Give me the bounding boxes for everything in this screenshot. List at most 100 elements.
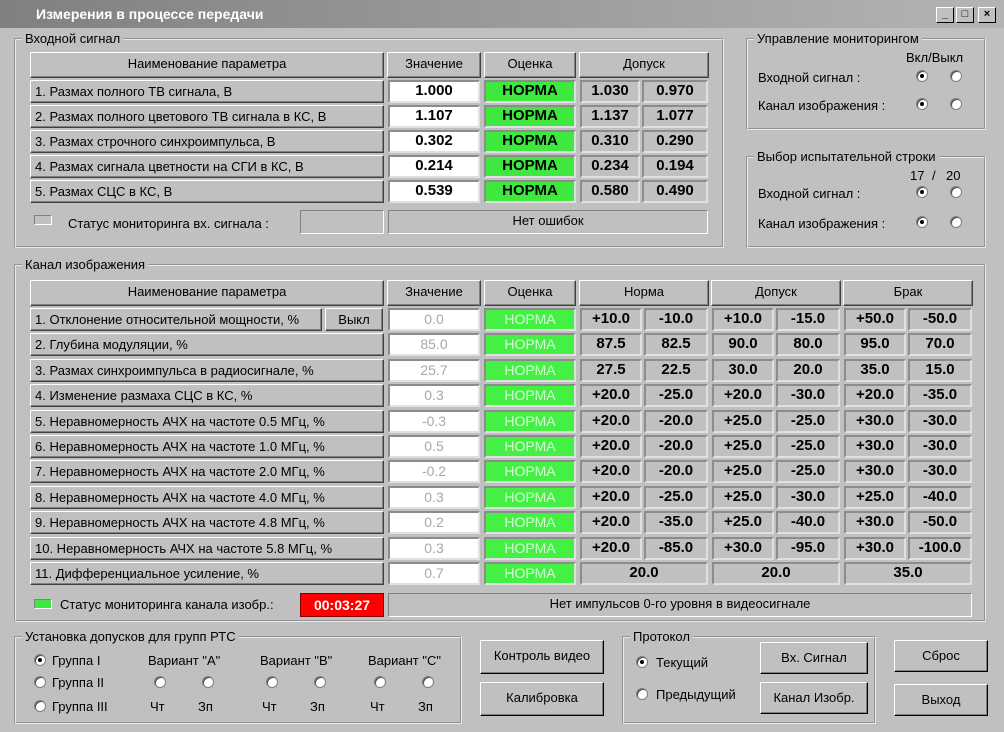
- channel-row-b2: -30.0: [908, 460, 972, 484]
- exit-button[interactable]: Выход: [894, 684, 988, 716]
- channel-row-name: 5. Неравномерность АЧХ на частоте 0.5 МГ…: [30, 409, 384, 433]
- variant-b-label: Вариант "В": [260, 653, 333, 668]
- input-status-text: Нет ошибок: [388, 210, 708, 234]
- channel-row-b1: +30.0: [844, 435, 906, 458]
- video-control-button[interactable]: Контроль видео: [480, 640, 604, 674]
- monitoring-input-off-radio[interactable]: [950, 70, 962, 82]
- variant-b-write-label: Зп: [310, 699, 325, 714]
- channel-row-name: 4. Изменение размаха СЦС в КС, %: [30, 384, 384, 408]
- channel-row-b2: 70.0: [908, 333, 972, 357]
- protocol-previous-radio[interactable]: [636, 688, 648, 700]
- variant-a-read-label: Чт: [150, 699, 165, 714]
- channel-status-led: [34, 599, 52, 609]
- channel-row-n1: +20.0: [580, 511, 642, 535]
- input-signal-report-button[interactable]: Вх. Сигнал: [760, 642, 868, 674]
- channel-row-n2: 82.5: [644, 333, 708, 357]
- channel-header-col-4: Допуск: [711, 280, 841, 306]
- channel-row-n1: +20.0: [580, 435, 642, 458]
- input-header-col-0: Наименование параметра: [30, 52, 384, 78]
- window-title: Измерения в процессе передачи: [36, 6, 264, 22]
- variant-c-read-label: Чт: [370, 699, 385, 714]
- input-row-eval: НОРМА: [484, 105, 576, 128]
- input-row-name: 2. Размах полного цветового ТВ сигнала в…: [30, 105, 384, 128]
- variant-b-write-radio[interactable]: [314, 676, 326, 688]
- maximize-button[interactable]: □: [956, 7, 974, 23]
- power-off-button[interactable]: Выкл: [325, 308, 383, 331]
- channel-status-text: Нет импульсов 0-го уровня в видеосигнале: [388, 593, 972, 617]
- variant-a-write-radio[interactable]: [202, 676, 214, 688]
- variant-c-read-radio[interactable]: [374, 676, 386, 688]
- monitoring-channel-on-radio[interactable]: [916, 98, 928, 110]
- channel-report-button[interactable]: Канал Изобр.: [760, 682, 868, 714]
- protocol-current-radio[interactable]: [636, 656, 648, 668]
- minimize-button[interactable]: _: [936, 7, 954, 23]
- variant-a-write-label: Зп: [198, 699, 213, 714]
- test-line-channel-17-radio[interactable]: [916, 216, 928, 228]
- channel-row-b2: -35.0: [908, 384, 972, 408]
- test-line-input-17-radio[interactable]: [916, 186, 928, 198]
- channel-row-d2: 80.0: [776, 333, 840, 357]
- channel-row-value: 0.2: [388, 511, 480, 535]
- monitoring-input-on-radio[interactable]: [916, 70, 928, 82]
- channel-row-eval: НОРМА: [484, 435, 576, 458]
- channel-row-b2: -50.0: [908, 511, 972, 535]
- input-header-col-3: Допуск: [579, 52, 709, 78]
- channel-row-name: 2. Глубина модуляции, %: [30, 333, 384, 357]
- channel-row-n2: -20.0: [644, 435, 708, 458]
- channel-row-value: 0.3: [388, 384, 480, 408]
- input-row-tol-lower: 1.077: [642, 105, 708, 128]
- channel-header-col-3: Норма: [579, 280, 709, 306]
- channel-status-label: Статус мониторинга канала изобр.:: [60, 597, 274, 612]
- channel-row-d1: +25.0: [712, 435, 774, 458]
- group-3-radio[interactable]: [34, 700, 46, 712]
- variant-a-read-radio[interactable]: [154, 676, 166, 688]
- reset-button[interactable]: Сброс: [894, 640, 988, 672]
- channel-row-n2: -10.0: [644, 308, 708, 331]
- channel-group-label: Канал изображения: [22, 257, 149, 272]
- channel-row-n1: 27.5: [580, 358, 642, 382]
- channel-row-eval: НОРМА: [484, 536, 576, 560]
- input-row-tol-upper: 0.310: [580, 130, 640, 153]
- test-line-channel-20-radio[interactable]: [950, 216, 962, 228]
- channel-row-name: 9. Неравномерность АЧХ на частоте 4.8 МГ…: [30, 511, 384, 535]
- channel-row-b1: +30.0: [844, 460, 906, 484]
- input-row-tol-upper: 0.234: [580, 155, 640, 178]
- channel-row-n2: -20.0: [644, 460, 708, 484]
- variant-b-read-radio[interactable]: [266, 676, 278, 688]
- input-signal-group-label: Входной сигнал: [22, 31, 124, 46]
- channel-row-d1: +25.0: [712, 485, 774, 509]
- channel-row-b1: +30.0: [844, 409, 906, 433]
- channel-row-n2: 22.5: [644, 358, 708, 382]
- input-row-value: 0.302: [388, 130, 480, 153]
- channel-row-n2: -25.0: [644, 384, 708, 408]
- calibration-button[interactable]: Калибровка: [480, 682, 604, 716]
- channel-row-d2: -15.0: [776, 308, 840, 331]
- input-row-value: 0.539: [388, 180, 480, 203]
- rtc-tolerance-label: Установка допусков для групп РТС: [22, 629, 239, 644]
- channel-row-name: 8. Неравномерность АЧХ на частоте 4.0 МГ…: [30, 485, 384, 509]
- channel-row-d2: -40.0: [776, 511, 840, 535]
- group-2-radio[interactable]: [34, 676, 46, 688]
- channel-row-value: -0.2: [388, 460, 480, 484]
- channel-row-name: 3. Размах синхроимпульса в радиосигнале,…: [30, 358, 384, 382]
- input-row-tol-lower: 0.970: [642, 80, 708, 103]
- channel-row-value: 85.0: [388, 333, 480, 357]
- variant-c-write-radio[interactable]: [422, 676, 434, 688]
- channel-row-name: 1. Отклонение относительной мощности, %: [30, 308, 322, 331]
- monitoring-control-label: Управление мониторингом: [754, 31, 922, 46]
- close-button[interactable]: ×: [978, 7, 996, 23]
- channel-row-b1: 95.0: [844, 333, 906, 357]
- channel-row-b2: -30.0: [908, 409, 972, 433]
- group-1-radio[interactable]: [34, 654, 46, 666]
- input-row-eval: НОРМА: [484, 80, 576, 103]
- channel-row-b2: -100.0: [908, 536, 972, 560]
- channel-row-eval: НОРМА: [484, 333, 576, 357]
- test-line-input-20-radio[interactable]: [950, 186, 962, 198]
- channel-header-col-1: Значение: [387, 280, 481, 306]
- test-line-label: Выбор испытательной строки: [754, 149, 939, 164]
- input-row-name: 5. Размах СЦС в КС, В: [30, 180, 384, 203]
- monitoring-channel-off-radio[interactable]: [950, 98, 962, 110]
- channel-row-eval: НОРМА: [484, 358, 576, 382]
- channel-row-value: 0.7: [388, 562, 480, 585]
- channel-row-n1: +20.0: [580, 409, 642, 433]
